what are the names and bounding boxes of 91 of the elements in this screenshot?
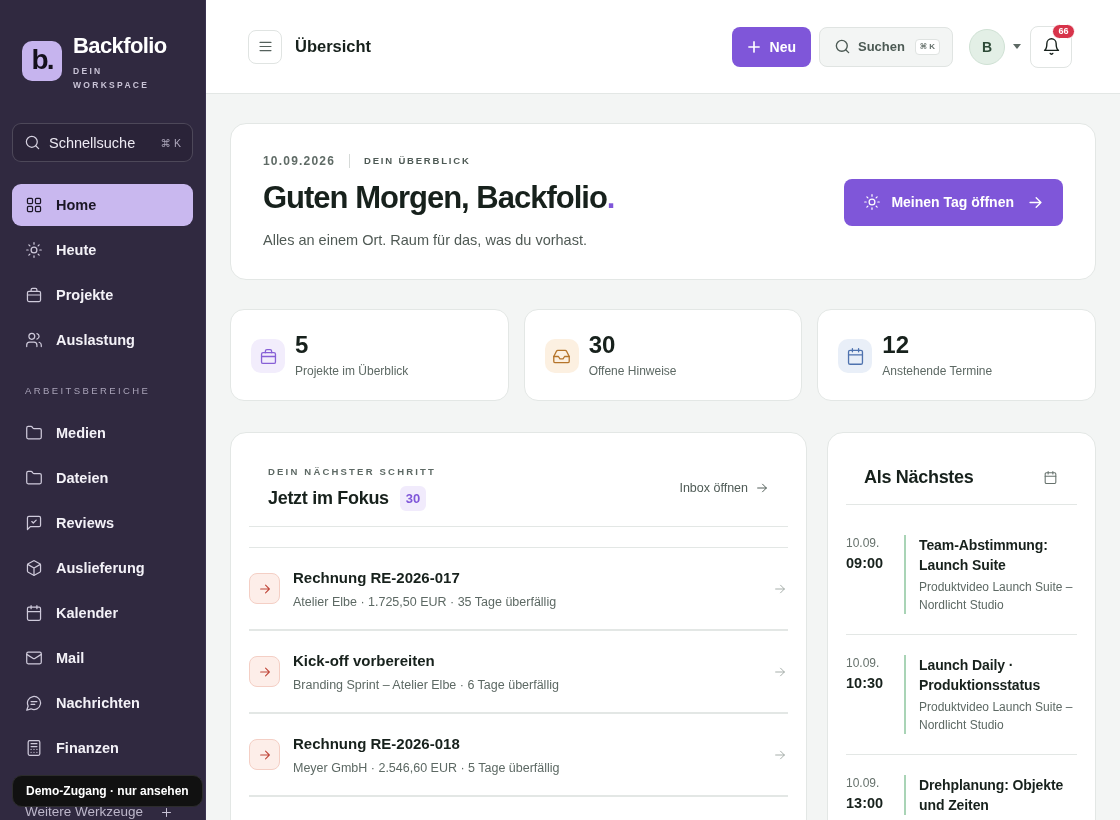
arrow-icon	[756, 482, 768, 494]
nav-item[interactable]: Medien	[12, 412, 193, 454]
card-title: Als Nächstes	[864, 466, 974, 489]
more-tools-label[interactable]: Weitere Werkzeuge	[25, 805, 144, 819]
notifications-button[interactable]: 66	[1030, 25, 1072, 68]
event-time: 10:30	[846, 674, 885, 693]
event-title[interactable]: Launch Daily · Produktionsstatus	[919, 655, 1077, 695]
nav-item[interactable]: Mail	[12, 637, 193, 679]
eyebrow-label: DEIN NÄCHSTER SCHRITT	[268, 465, 437, 479]
stat-value: 30	[588, 331, 617, 359]
nav-item[interactable]: Projekte	[12, 274, 193, 316]
brand-tagline: DEIN WORKSPACE	[73, 65, 151, 92]
briefcase-icon	[26, 287, 42, 303]
plus-icon	[746, 39, 761, 54]
greeting-heading: Guten Morgen, Backfolio.	[263, 180, 615, 216]
date-label: 10.09.2026	[263, 154, 336, 168]
calendar-icon	[838, 339, 873, 373]
user-avatar[interactable]: B	[969, 28, 1005, 65]
event-subtitle: Produktvideo Launch Suite – Nordlicht Studio	[919, 699, 1074, 734]
nav-item[interactable]: Auslieferung	[12, 547, 193, 589]
calendar-icon	[26, 605, 42, 621]
stat-value: 5	[295, 331, 310, 359]
nav-item[interactable]: Nachrichten	[12, 682, 193, 724]
menu-button[interactable]	[248, 29, 282, 64]
nav-item[interactable]: Heute	[12, 229, 193, 271]
nav-item[interactable]: Reviews	[12, 502, 193, 544]
arrow-icon	[249, 573, 280, 604]
menu-icon	[257, 39, 273, 54]
inbox-link[interactable]: Inbox öffnen	[679, 481, 768, 495]
accent-bar	[904, 775, 906, 815]
briefcase-icon	[251, 339, 285, 373]
plus-icon[interactable]	[161, 806, 172, 818]
arrow-icon	[249, 656, 280, 687]
nav-item[interactable]: Finanzen	[12, 727, 193, 769]
sun-icon	[864, 194, 881, 210]
folder-icon	[26, 425, 42, 441]
open-day-button[interactable]: Meinen Tag öffnen	[844, 178, 1063, 226]
event-date: 10.09.	[846, 535, 881, 551]
arrow-icon	[1028, 194, 1043, 210]
nav-item[interactable]: Kalender	[12, 592, 193, 634]
search-icon	[25, 135, 40, 150]
task-meta: Atelier Elbe · 1.725,50 EUR · 35 Tage überfällig	[293, 593, 558, 610]
stat-value: 12	[882, 331, 911, 359]
event-title[interactable]: Team-Abstimmung: Launch Suite	[919, 535, 1077, 575]
nav-item[interactable]: Dateien	[12, 457, 193, 499]
task-title[interactable]: Kick-off vorbereiten	[293, 650, 761, 671]
cube-icon	[26, 560, 42, 576]
calendar-icon	[1044, 470, 1057, 484]
welcome-subtitle: Alles an einem Ort. Raum für das, was du vorhast.	[263, 231, 588, 250]
inbox-icon	[544, 339, 579, 373]
sun-icon	[26, 242, 42, 258]
event-time: 09:00	[846, 554, 885, 573]
count-badge: 30	[399, 485, 427, 511]
notification-badge: 66	[1052, 23, 1075, 39]
task-meta: Meyer GmbH · 2.546,60 EUR · 5 Tage überfällig	[293, 759, 561, 776]
users-icon	[26, 332, 42, 348]
stat-label: Anstehende Termine	[882, 363, 993, 379]
card-title: Jetzt im Fokus	[268, 487, 389, 510]
mail-icon	[26, 650, 42, 666]
brand-name: Backfolio	[73, 33, 167, 59]
quick-search-button[interactable]: Schnellsuche ⌘ K	[12, 123, 193, 162]
folder-icon	[26, 470, 42, 486]
chat-check-icon	[26, 515, 42, 531]
eyebrow-label: DEIN ÜBERBLICK	[364, 154, 471, 168]
task-title[interactable]: Rechnung RE-2026-018	[293, 733, 761, 754]
stat-label: Projekte im Überblick	[295, 363, 409, 379]
arrow-icon	[249, 739, 280, 770]
logo-mark: b.	[22, 41, 62, 81]
grid-icon	[26, 197, 42, 213]
shortcut-hint: ⌘ K	[914, 38, 940, 55]
event-time: 13:00	[846, 794, 885, 813]
event-title[interactable]: Drehplanung: Objekte und Zeiten	[919, 775, 1077, 815]
bell-icon	[1042, 38, 1060, 55]
calculator-icon	[26, 740, 42, 756]
task-title[interactable]: Rechnung RE-2026-017	[293, 567, 761, 588]
demo-tooltip: Demo-Zugang · nur ansehen	[12, 775, 203, 807]
chat-bubble-icon	[26, 695, 42, 711]
event-date: 10.09.	[846, 775, 881, 791]
event-date: 10.09.	[846, 655, 881, 671]
nav-item[interactable]: Auslastung	[12, 319, 193, 361]
event-subtitle: Produktvideo Launch Suite – Nordlicht Studio	[919, 579, 1074, 614]
search-button[interactable]: Suchen ⌘ K	[819, 26, 953, 67]
section-label: ARBEITSBEREICHE	[24, 385, 152, 397]
nav-item[interactable]: Home	[12, 184, 193, 226]
stat-label: Offene Hinweise	[588, 363, 677, 379]
page-title: Übersicht	[295, 37, 372, 56]
task-meta: Branding Sprint – Atelier Elbe · 6 Tage überfällig	[293, 676, 560, 693]
shortcut-hint: ⌘ K	[160, 136, 181, 149]
search-icon	[835, 39, 850, 54]
caret-icon[interactable]	[1013, 44, 1021, 49]
new-button[interactable]: Neu	[731, 26, 811, 67]
